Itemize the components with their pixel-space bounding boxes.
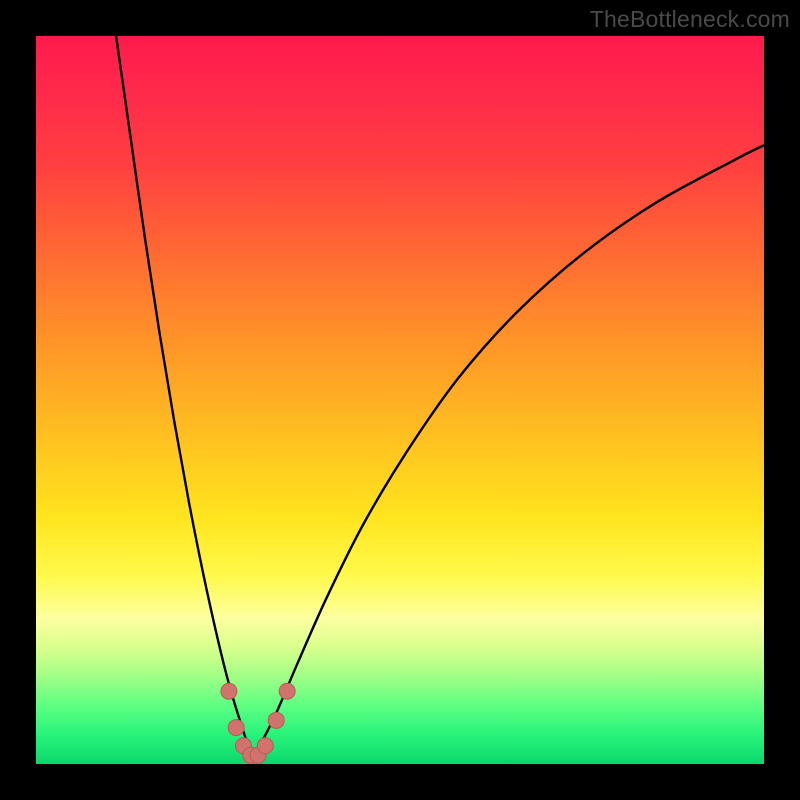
plot-area	[36, 36, 764, 764]
watermark-text: TheBottleneck.com	[590, 6, 790, 33]
marker-dot	[279, 683, 295, 699]
marker-dot	[257, 738, 273, 754]
marker-cluster	[221, 683, 295, 763]
curve-left	[116, 36, 254, 757]
chart-frame: TheBottleneck.com	[0, 0, 800, 800]
marker-dot	[228, 720, 244, 736]
curve-right	[254, 145, 764, 757]
marker-dot	[268, 712, 284, 728]
curve-layer	[36, 36, 764, 764]
marker-dot	[221, 683, 237, 699]
